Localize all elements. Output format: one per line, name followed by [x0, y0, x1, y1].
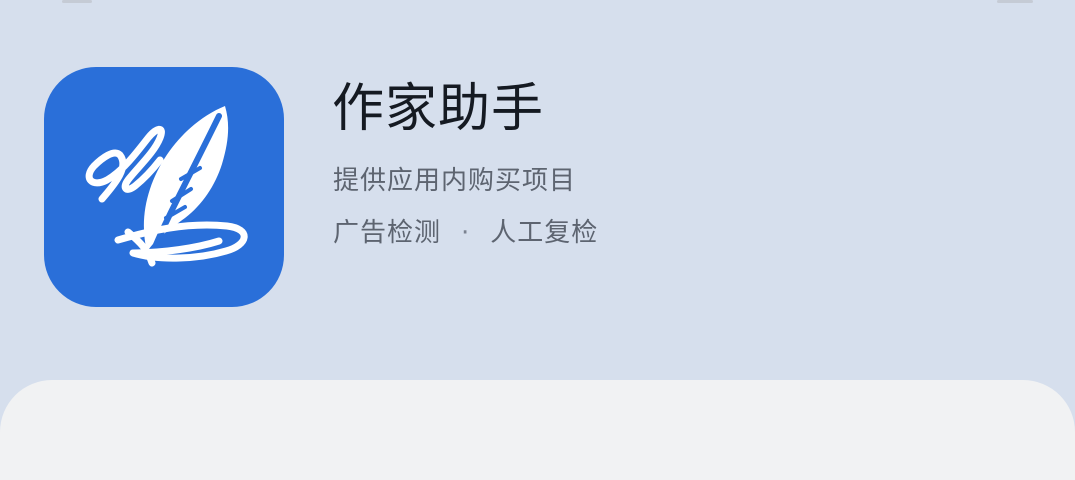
writing-quill-icon[interactable] — [44, 67, 284, 307]
top-right-indicator — [997, 0, 1033, 3]
app-title: 作家助手 — [332, 79, 545, 139]
app-header: 作家助手 提供应用内购买项目 广告检测 · 人工复检 — [0, 0, 1075, 380]
manual-review-tag: 人工复检 — [490, 218, 599, 248]
ad-detection-tag: 广告检测 — [333, 218, 442, 248]
tag-separator: · — [461, 218, 471, 248]
in-app-purchase-note: 提供应用内购买项目 — [333, 166, 577, 196]
content-card — [0, 380, 1075, 480]
app-tags: 广告检测 · 人工复检 — [333, 216, 598, 250]
top-left-indicator — [62, 0, 92, 3]
